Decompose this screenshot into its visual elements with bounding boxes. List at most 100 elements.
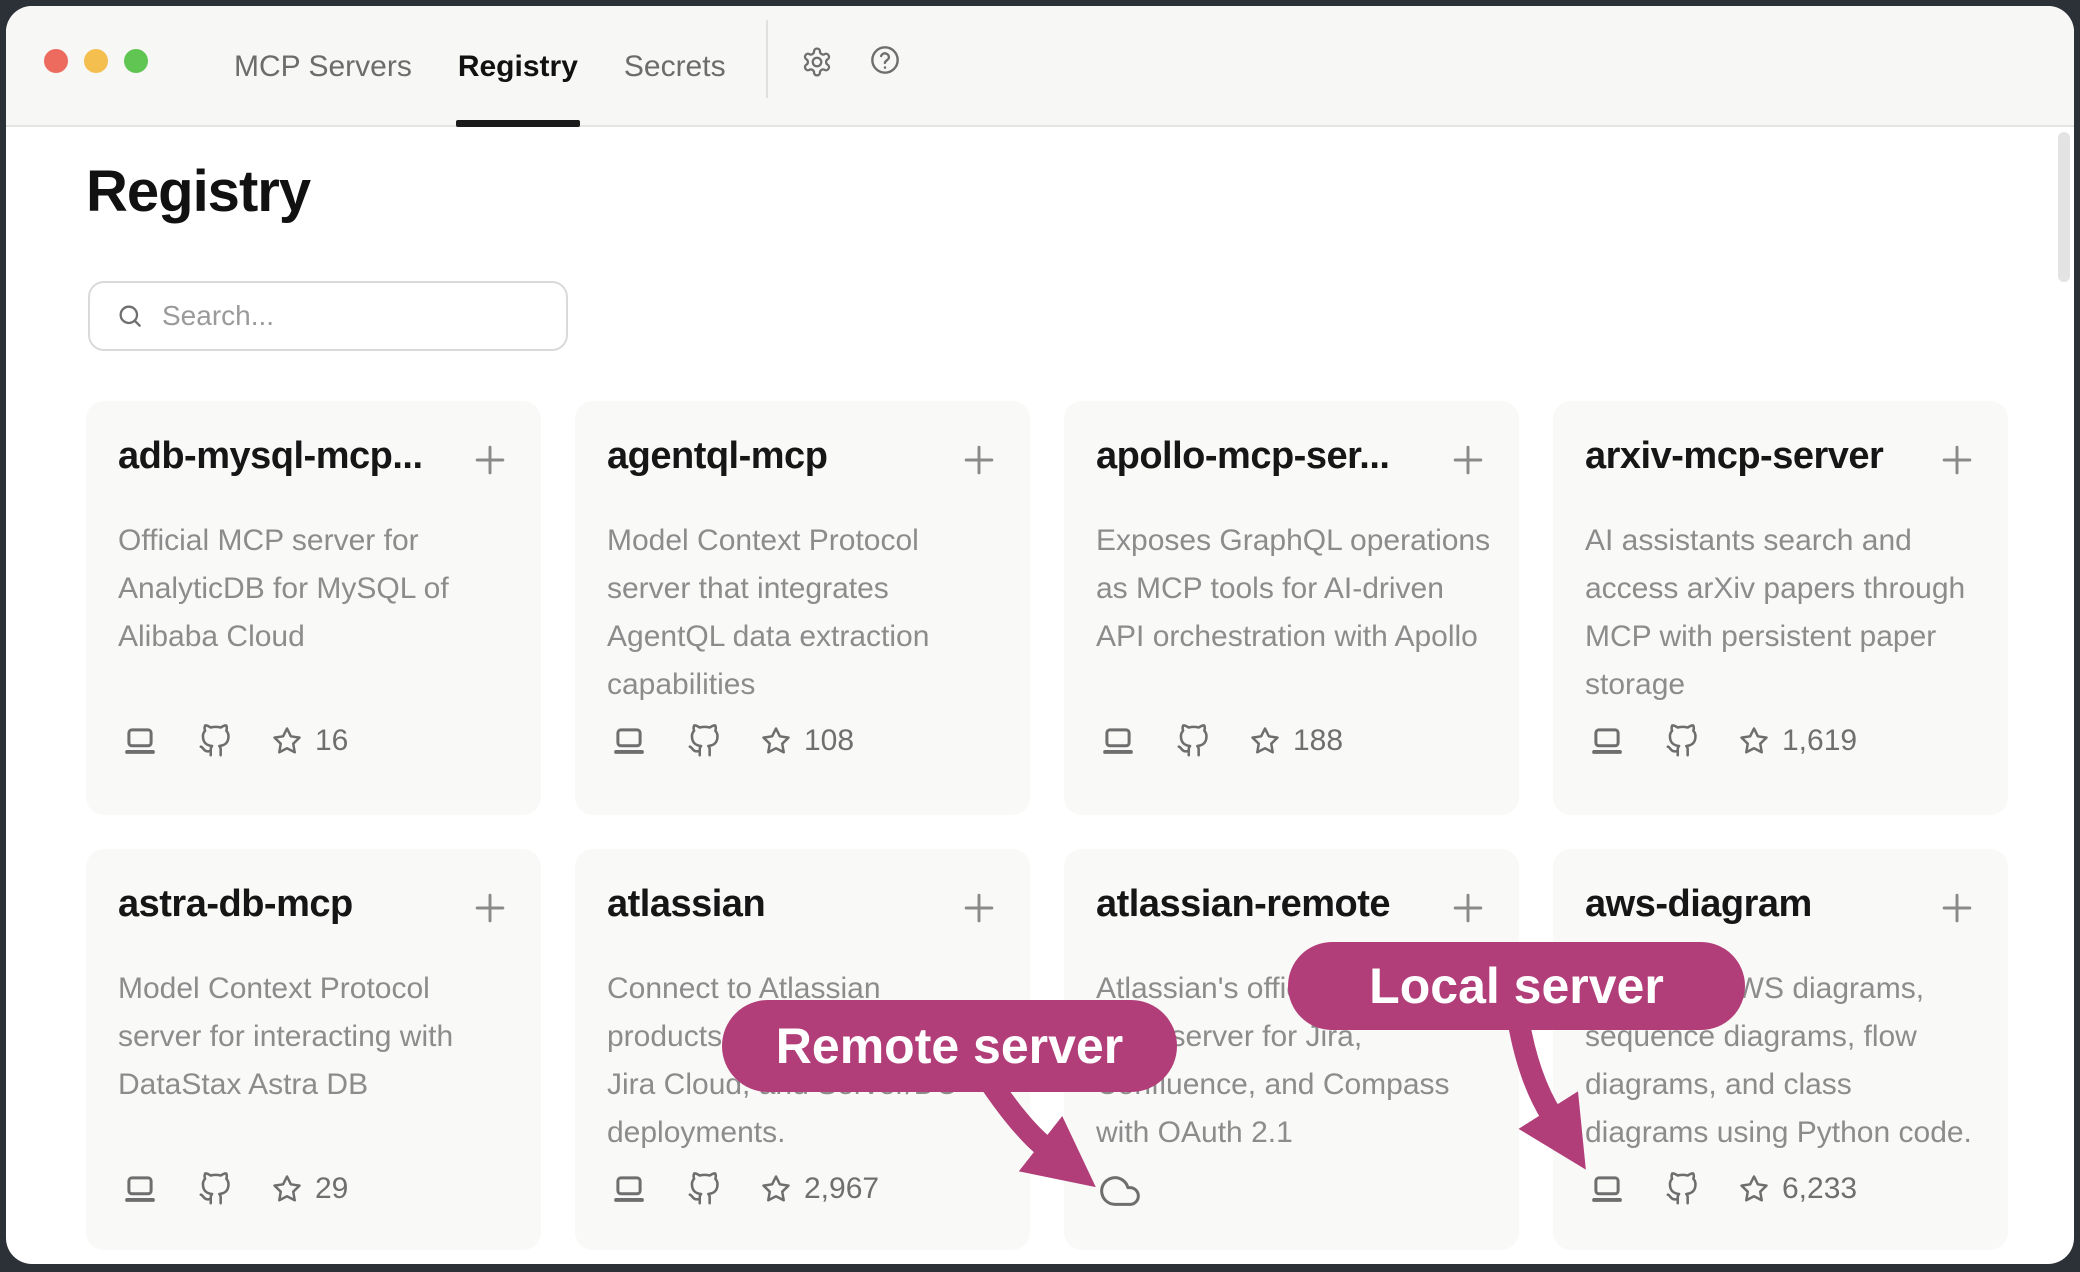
server-card-astra-db-mcp[interactable]: astra-db-mcp Model Context Protocolserver… xyxy=(86,849,541,1250)
annotation-local-server: Local server xyxy=(1288,942,1745,1030)
card-description-line: server that integrates xyxy=(607,565,929,613)
card-title: agentql-mcp xyxy=(607,435,827,478)
search-box xyxy=(88,281,568,351)
plus-icon xyxy=(468,438,512,482)
add-server-button[interactable] xyxy=(957,886,1001,930)
card-description-line: as MCP tools for AI-driven xyxy=(1096,565,1490,613)
add-server-button[interactable] xyxy=(1446,886,1490,930)
help-button[interactable] xyxy=(869,44,901,76)
star-icon xyxy=(1739,726,1769,756)
plus-icon xyxy=(1935,886,1979,930)
card-description-line: Official MCP server for xyxy=(118,517,449,565)
add-server-button[interactable] xyxy=(468,438,512,482)
star-count: 188 xyxy=(1293,724,1343,758)
gear-icon xyxy=(801,46,833,78)
star-count: 6,233 xyxy=(1782,1172,1857,1206)
card-footer: 29 xyxy=(122,1171,348,1207)
card-description-line: Model Context Protocol xyxy=(118,965,453,1013)
tab-bar: MCP Servers Registry Secrets xyxy=(234,6,726,127)
card-footer: 2,967 xyxy=(611,1171,879,1207)
laptop-icon xyxy=(1100,723,1136,759)
card-description-line: diagrams, and class xyxy=(1585,1061,1972,1109)
search-icon xyxy=(116,302,144,330)
page-title: Registry xyxy=(86,158,310,225)
card-description: Exposes GraphQL operationsas MCP tools f… xyxy=(1096,517,1490,661)
github-icon xyxy=(1176,724,1210,758)
card-description-line: access arXiv papers through xyxy=(1585,565,1965,613)
settings-button[interactable] xyxy=(801,46,833,78)
card-title: adb-mysql-mcp... xyxy=(118,435,423,478)
zoom-button[interactable] xyxy=(124,49,148,73)
github-icon xyxy=(1665,1172,1699,1206)
plus-icon xyxy=(957,886,1001,930)
laptop-icon xyxy=(611,723,647,759)
card-footer: 188 xyxy=(1100,723,1343,759)
add-server-button[interactable] xyxy=(957,438,1001,482)
star-icon xyxy=(761,1174,791,1204)
card-description-line: DataStax Astra DB xyxy=(118,1061,453,1109)
card-footer: 6,233 xyxy=(1589,1171,1857,1207)
star-icon xyxy=(272,1174,302,1204)
server-card-adb-mysql-mcp[interactable]: adb-mysql-mcp...Official MCP server forA… xyxy=(86,401,541,815)
server-card-arxiv-mcp-server[interactable]: arxiv-mcp-server AI assistants search and… xyxy=(1553,401,2008,815)
server-card-aws-diagram[interactable]: aws-diagramGenerate AWS diagrams,sequenc… xyxy=(1553,849,2008,1250)
card-description-line: AI assistants search and xyxy=(1585,517,1965,565)
cloud-icon xyxy=(1100,1171,1140,1211)
minimize-button[interactable] xyxy=(84,49,108,73)
scrollbar-thumb[interactable] xyxy=(2058,132,2070,282)
star-count: 16 xyxy=(315,724,348,758)
app-window: MCP Servers Registry Secrets Registry adb-… xyxy=(6,6,2074,1264)
card-title: apollo-mcp-ser... xyxy=(1096,435,1389,478)
tab-mcp-servers[interactable]: MCP Servers xyxy=(234,6,412,127)
add-server-button[interactable] xyxy=(1935,438,1979,482)
card-description-line: storage xyxy=(1585,661,1965,709)
server-card-apollo-mcp-ser[interactable]: apollo-mcp-ser... Exposes GraphQL operati… xyxy=(1064,401,1519,815)
card-title: astra-db-mcp xyxy=(118,883,353,926)
annotation-remote-server: Remote server xyxy=(722,1000,1177,1092)
laptop-icon xyxy=(122,1171,158,1207)
plus-icon xyxy=(1446,886,1490,930)
cards-grid: adb-mysql-mcp...Official MCP server forA… xyxy=(86,401,2008,1250)
card-description-line: Model Context Protocol xyxy=(607,517,929,565)
card-footer xyxy=(1100,1171,1140,1211)
search-input[interactable] xyxy=(162,300,542,332)
card-description-line: diagrams using Python code. xyxy=(1585,1109,1972,1157)
tab-secrets[interactable]: Secrets xyxy=(624,6,726,127)
add-server-button[interactable] xyxy=(468,886,512,930)
titlebar: MCP Servers Registry Secrets xyxy=(6,6,2074,127)
plus-icon xyxy=(957,438,1001,482)
star-count: 2,967 xyxy=(804,1172,879,1206)
laptop-icon xyxy=(1589,1171,1625,1207)
card-description-line: MCP with persistent paper xyxy=(1585,613,1965,661)
card-description-line: deployments. xyxy=(607,1109,957,1157)
card-description-line: AgentQL data extraction xyxy=(607,613,929,661)
github-icon xyxy=(198,724,232,758)
card-description-line: AnalyticDB for MySQL of xyxy=(118,565,449,613)
star-count: 29 xyxy=(315,1172,348,1206)
plus-icon xyxy=(468,886,512,930)
card-title: arxiv-mcp-server xyxy=(1585,435,1883,478)
github-icon xyxy=(1665,724,1699,758)
server-card-agentql-mcp[interactable]: agentql-mcp Model Context Protocolserver … xyxy=(575,401,1030,815)
card-footer: 1,619 xyxy=(1589,723,1857,759)
tab-registry[interactable]: Registry xyxy=(458,6,578,127)
card-footer: 16 xyxy=(122,723,348,759)
star-icon xyxy=(1739,1174,1769,1204)
add-server-button[interactable] xyxy=(1935,886,1979,930)
card-description-line: Alibaba Cloud xyxy=(118,613,449,661)
star-icon xyxy=(272,726,302,756)
card-description-line: Exposes GraphQL operations xyxy=(1096,517,1490,565)
card-description: AI assistants search andaccess arXiv pap… xyxy=(1585,517,1965,709)
card-title: atlassian xyxy=(607,883,765,926)
card-description: Model Context Protocolserver that integr… xyxy=(607,517,929,709)
card-description-line: API orchestration with Apollo xyxy=(1096,613,1490,661)
plus-icon xyxy=(1935,438,1979,482)
plus-icon xyxy=(1446,438,1490,482)
add-server-button[interactable] xyxy=(1446,438,1490,482)
close-button[interactable] xyxy=(44,49,68,73)
card-description-line: server for interacting with xyxy=(118,1013,453,1061)
toolbar-divider xyxy=(766,20,768,98)
laptop-icon xyxy=(611,1171,647,1207)
traffic-lights xyxy=(44,49,148,73)
card-title: aws-diagram xyxy=(1585,883,1812,926)
